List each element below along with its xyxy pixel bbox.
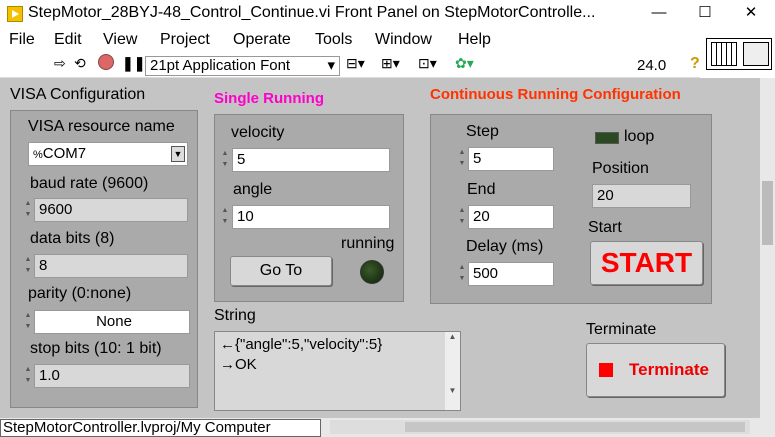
angle-label: angle (233, 181, 273, 198)
font-selector-label: 21pt Application Font (150, 57, 291, 74)
delay-input[interactable]: 500 (468, 262, 554, 286)
baud-rate-label: baud rate (9600) (30, 175, 149, 192)
menu-bar: File Edit View Project Operate Tools Win… (0, 28, 700, 52)
chevron-down-icon[interactable]: ▼ (171, 146, 185, 162)
menu-project[interactable]: Project (160, 31, 210, 49)
terminate-button-label: Terminate (629, 360, 709, 379)
single-running-label: Single Running (214, 90, 324, 107)
title-bar: StepMotor_28BYJ-48_Control_Continue.vi F… (0, 0, 775, 28)
visa-resource-select[interactable]: %COM7 ▼ (28, 142, 188, 166)
front-panel: VISA Configuration VISA resource name %C… (0, 78, 760, 418)
start-label: Start (588, 219, 622, 236)
position-indicator: 20 (592, 184, 691, 208)
menu-view[interactable]: View (103, 31, 137, 49)
distribute-objects-icon[interactable]: ⊞▾ (381, 55, 400, 72)
zoom-level: 24.0 (637, 57, 667, 74)
loop-label: loop (624, 128, 655, 145)
resize-objects-icon[interactable]: ⊡▾ (418, 55, 437, 72)
string-line-1: ←{"angle":5,"velocity":5} (220, 336, 383, 353)
go-to-button[interactable]: Go To (230, 256, 332, 286)
running-label: running (341, 235, 395, 252)
baud-rate-spinner[interactable]: ▲ ▼ (23, 198, 33, 222)
horizontal-scrollbar[interactable] (330, 420, 750, 434)
end-spinner[interactable]: ▲ ▼ (457, 205, 467, 229)
labview-vi-icon (7, 6, 23, 22)
parity-field[interactable]: None (34, 310, 190, 334)
continuous-running-label: Continuous Running Configuration (430, 86, 681, 103)
terminate-button[interactable]: Terminate (586, 343, 725, 397)
end-label: End (467, 181, 496, 198)
project-path: StepMotorController.lvproj/My Computer (0, 419, 321, 437)
font-selector[interactable]: 21pt Application Font ▾ (145, 56, 340, 76)
velocity-spinner[interactable]: ▲ ▼ (220, 148, 230, 172)
velocity-input[interactable]: 5 (232, 148, 390, 172)
parity-label: parity (0:none) (28, 285, 132, 302)
delay-label: Delay (ms) (466, 238, 544, 255)
start-button[interactable]: START (590, 241, 703, 285)
data-bits-field[interactable]: 8 (34, 254, 188, 278)
stop-bits-spinner[interactable]: ▲ ▼ (23, 364, 33, 388)
menu-operate[interactable]: Operate (233, 31, 291, 49)
visa-section-label: VISA Configuration (10, 86, 146, 103)
string-line-2: →OK (220, 356, 257, 373)
data-bits-spinner[interactable]: ▲ ▼ (23, 254, 33, 278)
connector-pane-icon[interactable] (706, 38, 772, 70)
loop-led (595, 132, 619, 144)
string-indicator: ←{"angle":5,"velocity":5} →OK ▲ ▼ (214, 331, 461, 411)
close-button[interactable]: ✕ (728, 2, 774, 26)
stop-bits-field[interactable]: 1.0 (34, 364, 190, 388)
scroll-thumb-horizontal[interactable] (405, 422, 745, 432)
toolbar: ⇨ ⟲ ❚❚ ⊟▾ ⊞▾ ⊡▾ ✿▾ 24.0 ? (0, 52, 700, 78)
data-bits-label: data bits (8) (30, 230, 115, 247)
string-label: String (214, 307, 256, 324)
vertical-scrollbar[interactable] (760, 78, 775, 418)
position-label: Position (592, 160, 649, 177)
run-arrow-icon[interactable]: ⇨ (54, 55, 66, 72)
run-continuously-icon[interactable]: ⟲ (74, 55, 86, 72)
window-title: StepMotor_28BYJ-48_Control_Continue.vi F… (28, 4, 596, 21)
menu-help[interactable]: Help (458, 31, 491, 49)
running-led (360, 260, 384, 284)
minimize-button[interactable]: — (636, 2, 682, 26)
end-input[interactable]: 20 (468, 205, 554, 229)
baud-rate-field[interactable]: 9600 (34, 198, 188, 222)
step-input[interactable]: 5 (468, 147, 554, 171)
step-label: Step (466, 123, 499, 140)
visa-prefix: % (33, 149, 43, 161)
status-bar: StepMotorController.lvproj/My Computer (0, 418, 775, 437)
stop-bits-label: stop bits (10: 1 bit) (30, 340, 162, 357)
align-objects-icon[interactable]: ⊟▾ (346, 55, 365, 72)
scroll-thumb[interactable] (762, 181, 773, 245)
delay-spinner[interactable]: ▲ ▼ (457, 262, 467, 286)
chevron-down-icon: ▾ (327, 57, 335, 74)
menu-edit[interactable]: Edit (54, 31, 82, 49)
menu-window[interactable]: Window (375, 31, 432, 49)
angle-spinner[interactable]: ▲ ▼ (220, 205, 230, 229)
string-scrollbar[interactable]: ▲ ▼ (445, 332, 460, 410)
parity-spinner[interactable]: ▲ ▼ (23, 310, 33, 334)
terminate-label: Terminate (586, 321, 657, 338)
context-help-icon[interactable]: ? (690, 55, 700, 73)
velocity-label: velocity (231, 124, 285, 141)
menu-tools[interactable]: Tools (315, 31, 352, 49)
maximize-button[interactable]: ☐ (682, 2, 728, 26)
reorder-icon[interactable]: ✿▾ (455, 55, 474, 72)
visa-resource-value: COM7 (42, 145, 87, 162)
step-spinner[interactable]: ▲ ▼ (457, 147, 467, 171)
menu-file[interactable]: File (9, 31, 35, 49)
abort-icon[interactable] (98, 54, 114, 70)
stop-square-icon (599, 363, 613, 377)
visa-resource-label: VISA resource name (28, 118, 175, 135)
pause-icon[interactable]: ❚❚ (122, 55, 145, 72)
angle-input[interactable]: 10 (232, 205, 390, 229)
